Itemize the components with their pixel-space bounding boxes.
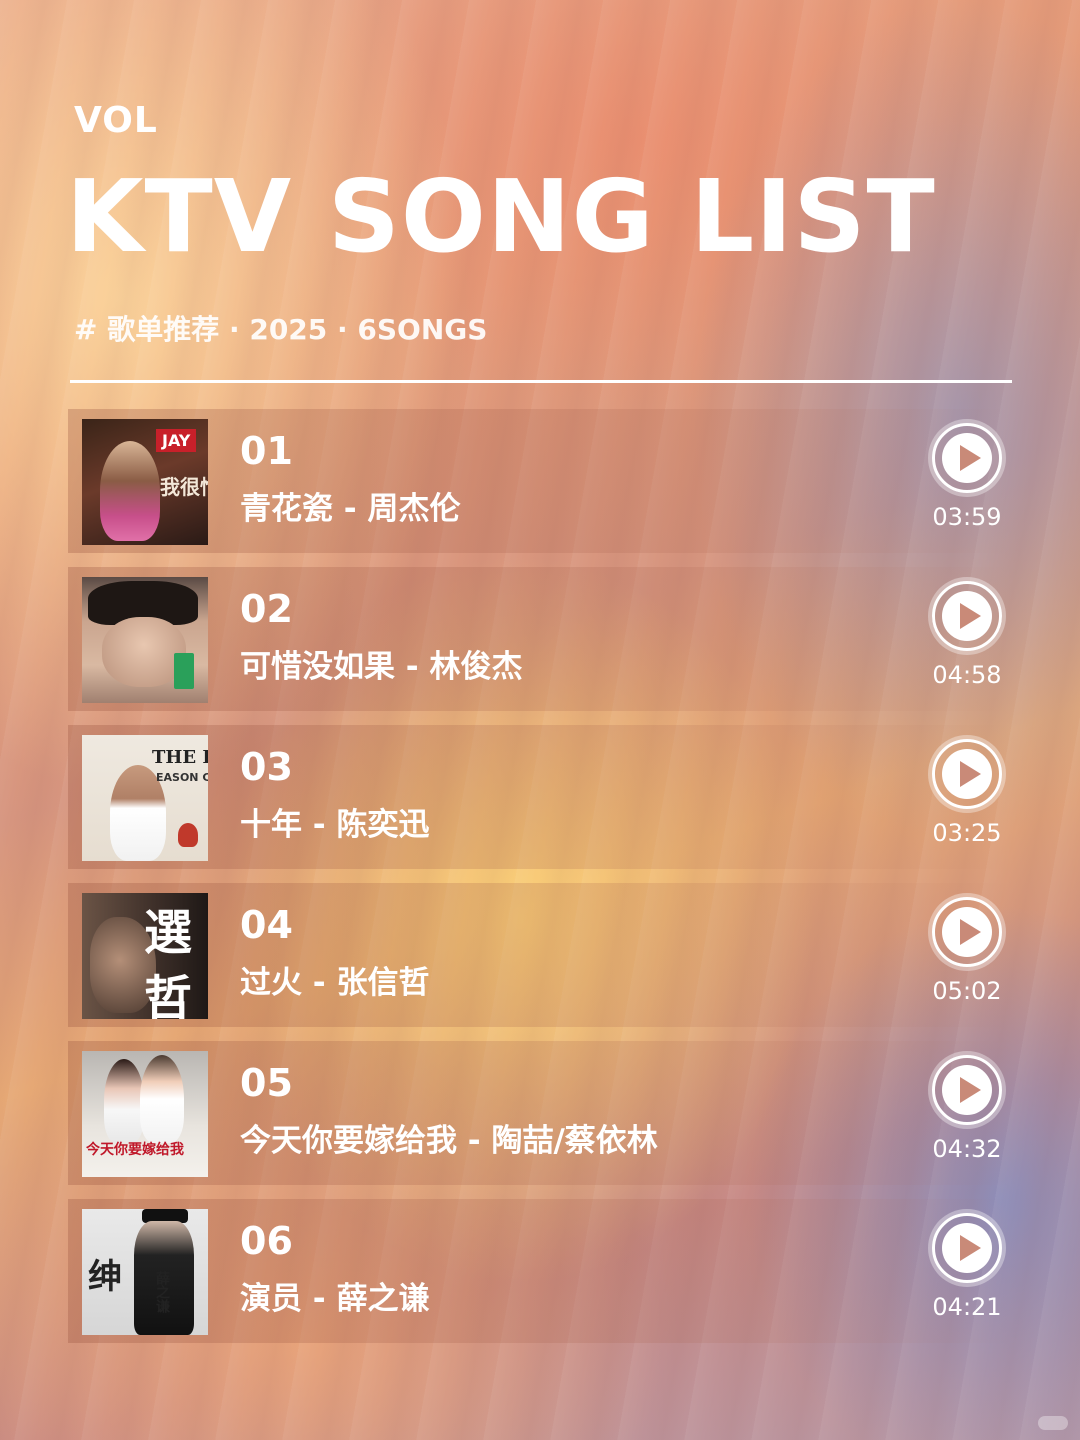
song-row[interactable]: 選 哲 04 过火 - 张信哲 05:02 xyxy=(68,883,1012,1027)
album-cover: 今天你要嫁给我 xyxy=(82,1051,208,1177)
play-button[interactable] xyxy=(932,1213,1002,1283)
song-duration: 05:02 xyxy=(932,977,1002,1005)
album-cover: JAY 我很忙 xyxy=(82,419,208,545)
play-button[interactable] xyxy=(932,1055,1002,1125)
song-title: 今天你要嫁给我 - 陶喆/蔡依林 xyxy=(240,1123,658,1159)
play-button[interactable] xyxy=(932,739,1002,809)
vol-label: VOL xyxy=(74,100,158,141)
play-circle-icon xyxy=(942,907,992,957)
song-title: 演员 - 薛之谦 xyxy=(240,1281,430,1317)
page-subtitle: # 歌单推荐 · 2025 · 6SONGS xyxy=(74,313,488,346)
song-row[interactable]: 绅 薛之谦 06 演员 - 薛之谦 04:21 xyxy=(68,1199,1012,1343)
play-circle-icon xyxy=(942,591,992,641)
album-cover: THE LINE EASON CH xyxy=(82,735,208,861)
song-number: 04 xyxy=(240,903,293,947)
page-title: KTV SONG LIST xyxy=(66,158,936,275)
song-row[interactable]: THE LINE EASON CH 03 十年 - 陈奕迅 03:25 xyxy=(68,725,1012,869)
song-number: 01 xyxy=(240,429,293,473)
play-circle-icon xyxy=(942,1223,992,1273)
play-circle-icon xyxy=(942,749,992,799)
song-duration: 04:21 xyxy=(932,1293,1002,1321)
song-duration: 04:58 xyxy=(932,661,1002,689)
song-number: 05 xyxy=(240,1061,293,1105)
song-title: 过火 - 张信哲 xyxy=(240,965,430,1001)
song-title: 可惜没如果 - 林俊杰 xyxy=(240,649,523,685)
album-cover: 绅 薛之谦 xyxy=(82,1209,208,1335)
song-title: 青花瓷 - 周杰伦 xyxy=(240,491,461,527)
play-circle-icon xyxy=(942,1065,992,1115)
watermark xyxy=(1038,1416,1068,1430)
play-circle-icon xyxy=(942,433,992,483)
song-row[interactable]: 02 可惜没如果 - 林俊杰 04:58 xyxy=(68,567,1012,711)
song-number: 02 xyxy=(240,587,293,631)
song-number: 03 xyxy=(240,745,293,789)
song-duration: 04:32 xyxy=(932,1135,1002,1163)
song-title: 十年 - 陈奕迅 xyxy=(240,807,430,843)
play-button[interactable] xyxy=(932,423,1002,493)
header-divider xyxy=(70,380,1012,383)
play-button[interactable] xyxy=(932,897,1002,967)
song-duration: 03:59 xyxy=(932,503,1002,531)
song-row[interactable]: JAY 我很忙 01 青花瓷 - 周杰伦 03:59 xyxy=(68,409,1012,553)
album-cover xyxy=(82,577,208,703)
song-duration: 03:25 xyxy=(932,819,1002,847)
song-number: 06 xyxy=(240,1219,293,1263)
song-list: JAY 我很忙 01 青花瓷 - 周杰伦 03:59 02 可惜没如果 - 林俊… xyxy=(68,409,1012,1357)
play-button[interactable] xyxy=(932,581,1002,651)
album-cover: 選 哲 xyxy=(82,893,208,1019)
song-row[interactable]: 今天你要嫁给我 05 今天你要嫁给我 - 陶喆/蔡依林 04:32 xyxy=(68,1041,1012,1185)
